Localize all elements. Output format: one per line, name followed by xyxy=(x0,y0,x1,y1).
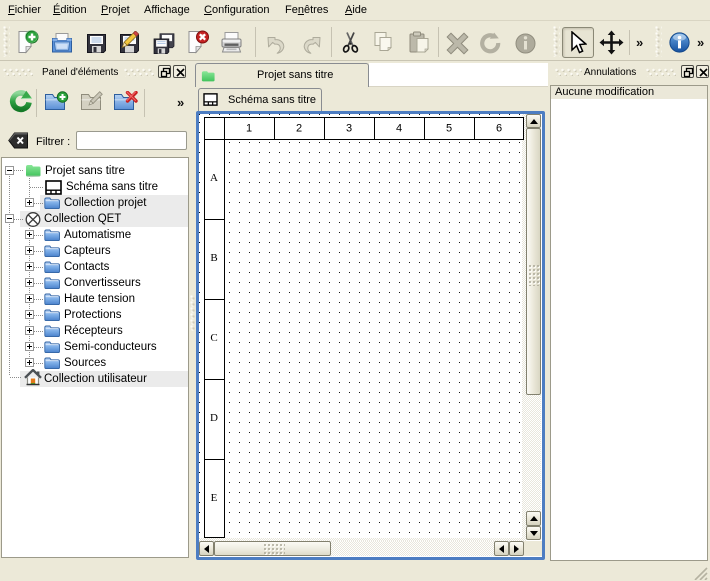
svg-text:2: 2 xyxy=(296,123,302,135)
svg-text:D: D xyxy=(210,412,218,424)
svg-text:A: A xyxy=(210,172,218,184)
svg-text:E: E xyxy=(211,492,218,504)
svg-text:3: 3 xyxy=(346,123,352,135)
svg-text:4: 4 xyxy=(396,123,402,135)
svg-text:5: 5 xyxy=(446,123,452,135)
svg-text:B: B xyxy=(210,252,217,264)
svg-text:1: 1 xyxy=(246,123,252,135)
svg-text:6: 6 xyxy=(496,123,502,135)
svg-text:C: C xyxy=(210,332,217,344)
